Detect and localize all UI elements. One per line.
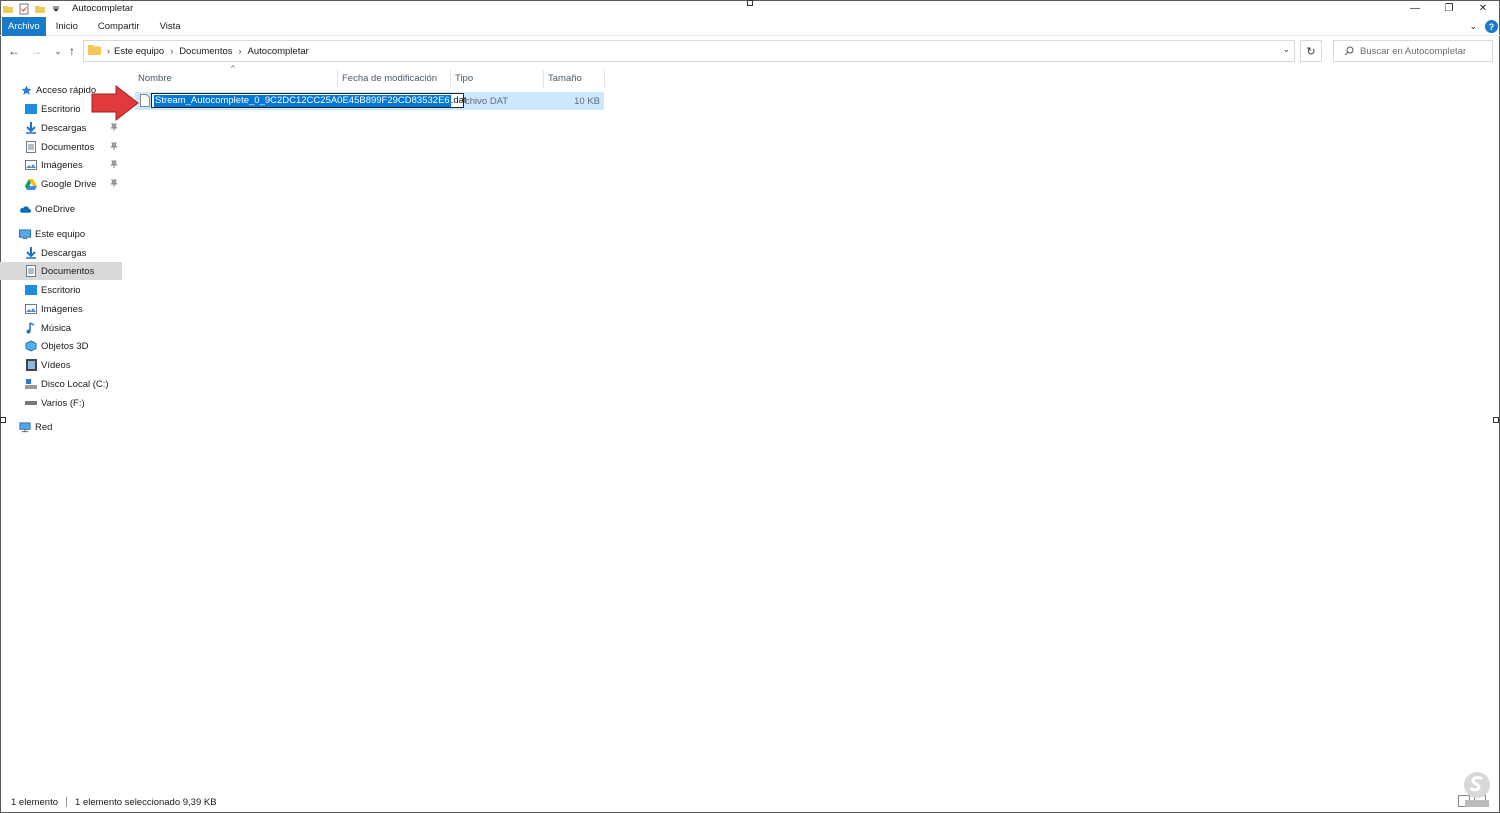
- column-header-fecha[interactable]: Fecha de modificación: [342, 70, 437, 87]
- sidebar-item-este-equipo[interactable]: Este equipo: [19, 225, 141, 243]
- breadcrumb-este-equipo[interactable]: Este equipo: [114, 46, 164, 57]
- properties-icon[interactable]: [18, 3, 30, 15]
- sort-ascending-icon: ^: [231, 64, 235, 73]
- sidebar-item-imagenes[interactable]: Imágenes: [25, 156, 122, 174]
- pictures-icon: [25, 303, 37, 315]
- pin-icon: [110, 142, 118, 150]
- sidebar-item-onedrive[interactable]: OneDrive: [19, 200, 141, 218]
- minimize-button[interactable]: —: [1398, 0, 1432, 17]
- status-item-count: 1 elemento: [11, 796, 59, 808]
- sidebar-item-red[interactable]: Red: [19, 418, 141, 436]
- star-icon: [20, 84, 32, 96]
- help-icon[interactable]: ?: [1485, 20, 1498, 33]
- sidebar-item-varios[interactable]: Varios (F:): [25, 394, 147, 412]
- breadcrumb: Este equipo › Documentos › Autocompletar: [114, 46, 309, 57]
- file-size: 10 KB: [574, 95, 600, 107]
- tab-inicio[interactable]: Inicio: [46, 17, 88, 36]
- status-selection: 1 elemento seleccionado 9,39 KB: [75, 796, 217, 808]
- column-header-tipo[interactable]: Tipo: [455, 70, 473, 87]
- sidebar-item-documentos[interactable]: Documentos: [25, 138, 122, 156]
- sidebar-item-disco-local[interactable]: Disco Local (C:): [25, 375, 147, 393]
- rename-selected-text: Stream_Autocomplete_0_9C2DC12CC25A0E45B8…: [154, 94, 451, 107]
- sidebar-item-google-drive[interactable]: Google Drive: [25, 175, 122, 193]
- customize-toolbar-icon[interactable]: [50, 3, 62, 15]
- window-controls: — ❐ ✕: [1398, 0, 1500, 17]
- forward-icon[interactable]: →: [28, 41, 44, 61]
- address-bar[interactable]: › Este equipo › Documentos › Autocomplet…: [83, 40, 1295, 62]
- download-icon: [25, 122, 37, 134]
- breadcrumb-documentos[interactable]: Documentos: [179, 46, 232, 57]
- pictures-icon: [25, 159, 37, 171]
- navigation-row: ← → ⌄ ↑ › Este equipo › Documentos › Aut…: [0, 38, 1500, 64]
- pin-icon: [110, 179, 118, 187]
- close-button[interactable]: ✕: [1466, 0, 1500, 17]
- column-header-tamano[interactable]: Tamaño: [548, 70, 582, 87]
- computer-icon: [19, 228, 31, 240]
- sidebar-item-videos[interactable]: Vídeos: [25, 356, 147, 374]
- breadcrumb-separator-icon[interactable]: ›: [239, 46, 242, 56]
- music-icon: [25, 322, 37, 334]
- quick-access-toolbar: [2, 3, 62, 15]
- network-icon: [19, 421, 31, 433]
- sidebar-item-escritorio-pc[interactable]: Escritorio: [25, 281, 147, 299]
- restore-button[interactable]: ❐: [1432, 0, 1466, 17]
- up-icon[interactable]: ↑: [64, 41, 80, 61]
- refresh-icon[interactable]: ↻: [1300, 40, 1322, 62]
- search-icon: [1344, 46, 1354, 56]
- resize-handle-left[interactable]: [0, 417, 6, 423]
- drive-icon: [25, 397, 37, 409]
- video-icon: [25, 359, 37, 371]
- sidebar-item-descargas-pc[interactable]: Descargas: [25, 244, 147, 262]
- resize-handle-right[interactable]: [1493, 417, 1499, 423]
- google-drive-icon: [25, 178, 37, 190]
- column-divider[interactable]: [604, 70, 605, 87]
- column-divider[interactable]: [543, 70, 544, 87]
- column-divider[interactable]: [450, 70, 451, 87]
- expand-ribbon-icon[interactable]: ⌄: [1469, 21, 1477, 32]
- address-dropdown-icon[interactable]: ⌄: [1282, 44, 1290, 55]
- drive-icon: [25, 378, 37, 390]
- resize-handle-top[interactable]: [747, 0, 753, 6]
- explorer-window: [0, 0, 1500, 813]
- arrow-annotation-icon: [91, 84, 139, 122]
- download-icon: [25, 247, 37, 259]
- desktop-icon: [25, 284, 37, 296]
- ribbon-right: ⌄ ?: [1469, 17, 1500, 36]
- cloud-icon: [19, 203, 31, 215]
- column-header-nombre[interactable]: Nombre: [138, 70, 172, 87]
- sidebar-item-objetos-3d[interactable]: Objetos 3D: [25, 337, 147, 355]
- sidebar-item-documentos-pc[interactable]: Documentos: [0, 262, 122, 280]
- watermark-logo-icon: [1464, 772, 1490, 807]
- tab-vista[interactable]: Vista: [150, 17, 191, 36]
- tab-compartir[interactable]: Compartir: [88, 17, 150, 36]
- desktop-icon: [25, 103, 37, 115]
- window-title: Autocompletar: [72, 3, 134, 14]
- document-icon: [25, 265, 37, 277]
- new-folder-icon[interactable]: [34, 3, 46, 15]
- address-folder-icon: [88, 44, 101, 58]
- file-icon: [140, 94, 150, 107]
- search-placeholder: Buscar en Autocompletar: [1360, 45, 1467, 57]
- pin-icon: [110, 160, 118, 168]
- tab-archivo[interactable]: Archivo: [2, 16, 46, 36]
- pin-icon: [110, 123, 118, 131]
- document-icon: [25, 141, 37, 153]
- breadcrumb-separator-icon[interactable]: ›: [170, 46, 173, 56]
- back-icon[interactable]: ←: [6, 41, 22, 61]
- breadcrumb-autocompletar[interactable]: Autocompletar: [248, 46, 309, 57]
- ribbon-tabs: Archivo Inicio Compartir Vista ⌄ ?: [0, 16, 1500, 36]
- search-box[interactable]: Buscar en Autocompletar: [1333, 40, 1493, 62]
- sidebar-item-imagenes-pc[interactable]: Imágenes: [25, 300, 147, 318]
- folder-icon: [2, 3, 14, 15]
- cube-icon: [25, 340, 37, 352]
- breadcrumb-separator-icon: ›: [107, 46, 110, 56]
- file-type: chivo DAT: [465, 95, 509, 107]
- status-bar: 1 elemento 1 elemento seleccionado 9,39 …: [0, 794, 1500, 810]
- rename-input[interactable]: Stream_Autocomplete_0_9C2DC12CC25A0E45B8…: [151, 93, 467, 108]
- column-divider[interactable]: [337, 70, 338, 87]
- sidebar-item-musica[interactable]: Música: [25, 319, 147, 337]
- status-divider: [66, 797, 68, 807]
